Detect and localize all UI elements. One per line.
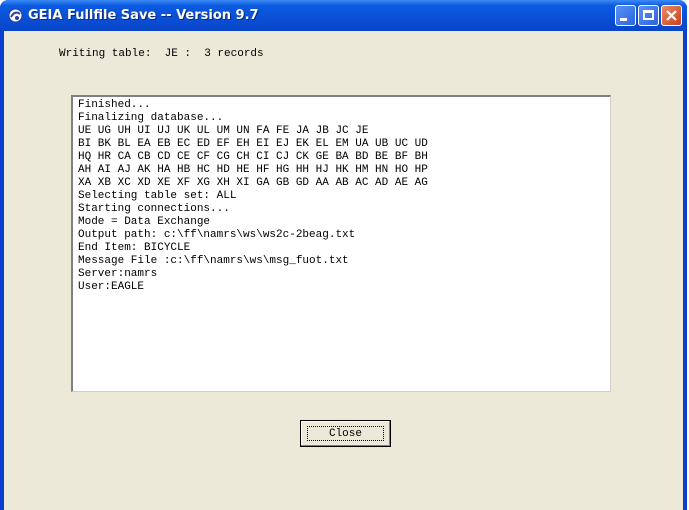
log-line: BI BK BL EA EB EC ED EF EH EI EJ EK EL E…: [78, 138, 428, 150]
title-bar[interactable]: GEIA Fullfile Save -- Version 9.7: [0, 0, 687, 31]
log-line: Mode = Data Exchange: [78, 216, 211, 228]
log-line: UE UG UH UI UJ UK UL UM UN FA FE JA JB J…: [78, 125, 369, 137]
log-line: Output path: c:\ff\namrs\ws\ws2c-2beag.t…: [78, 229, 356, 241]
app-icon: [8, 8, 23, 23]
close-icon: [666, 10, 677, 21]
log-line: AH AI AJ AK HA HB HC HD HE HF HG HH HJ H…: [78, 164, 428, 176]
close-window-button[interactable]: [661, 5, 682, 26]
maximize-button[interactable]: [638, 5, 659, 26]
log-output[interactable]: Finished... Finalizing database... UE UG…: [71, 95, 611, 392]
close-button[interactable]: Close: [300, 420, 391, 447]
app-window: GEIA Fullfile Save -- Version 9.7 Writin…: [0, 0, 687, 510]
minimize-button[interactable]: [615, 5, 636, 26]
log-line: XA XB XC XD XE XF XG XH XI GA GB GD AA A…: [78, 177, 428, 189]
log-line: Finished...: [78, 99, 151, 111]
minimize-icon: [620, 18, 627, 21]
window-title: GEIA Fullfile Save -- Version 9.7: [28, 8, 259, 23]
log-line: HQ HR CA CB CD CE CF CG CH CI CJ CK GE B…: [78, 151, 428, 163]
maximize-icon: [643, 10, 654, 20]
log-line: Server:namrs: [78, 268, 158, 280]
log-line: Starting connections...: [78, 203, 230, 215]
log-line: End Item: BICYCLE: [78, 242, 191, 254]
log-line: Selecting table set: ALL: [78, 190, 237, 202]
log-line: User:EAGLE: [78, 281, 145, 293]
close-button-label: Close: [307, 426, 384, 441]
log-line: Message File :c:\ff\namrs\ws\msg_fuot.tx…: [78, 255, 349, 267]
status-text: Writing table: JE : 3 records: [59, 48, 264, 60]
log-line: Finalizing database...: [78, 112, 224, 124]
